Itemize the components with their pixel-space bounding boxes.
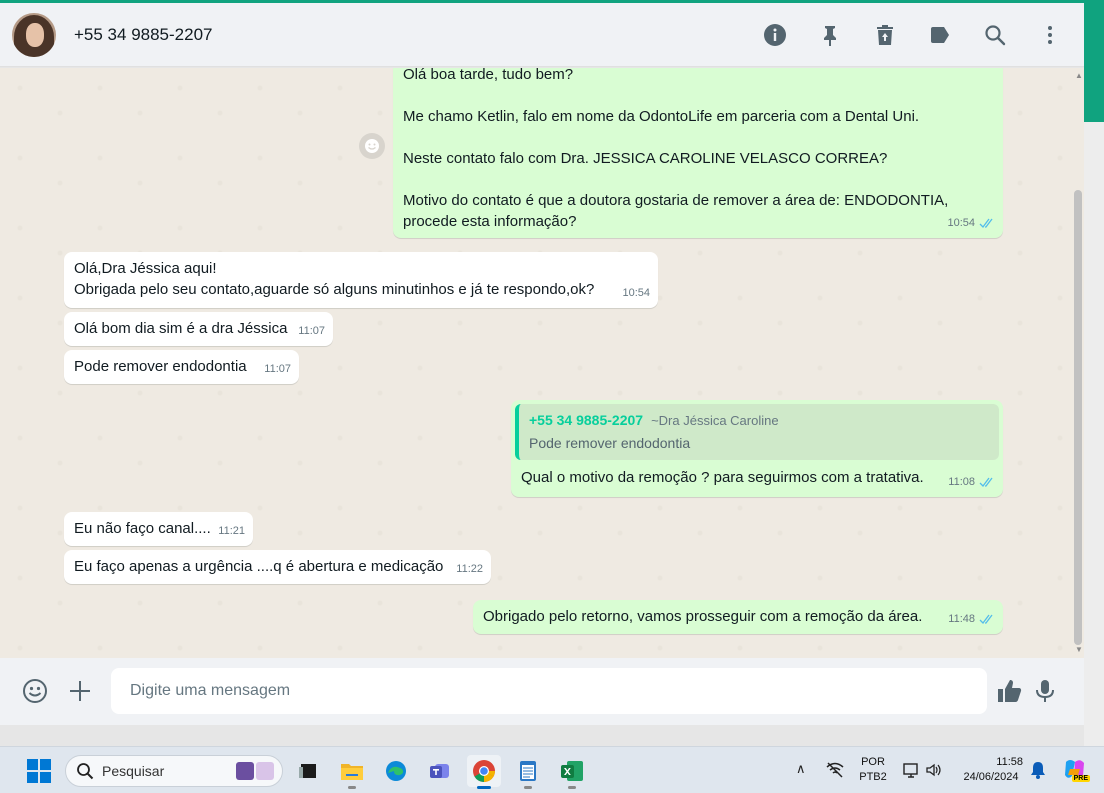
emoji-icon[interactable] [21,677,49,705]
tray-chevron-up-icon[interactable]: ∧ [796,761,806,777]
message-text: Olá,Dra Jéssica aqui! Obrigada pelo seu … [74,260,595,298]
quote-alias: ~Dra Jéssica Caroline [651,413,779,428]
file-explorer-icon[interactable] [335,755,369,789]
message-bubble-incoming[interactable]: Eu faço apenas a urgência ....q é abertu… [64,550,491,584]
teams-icon[interactable] [423,755,457,787]
message-meta: 11:08 [948,472,995,493]
read-ticks-icon [979,614,993,624]
message-bubble-outgoing[interactable]: Olá boa tarde, tudo bem? Me chamo Ketlin… [393,68,1003,238]
notepad-icon[interactable] [511,755,545,789]
chat-header: +55 34 9885-2207 [0,3,1084,67]
windows-start-icon[interactable] [27,759,51,783]
header-actions [732,23,1062,47]
message-input[interactable] [111,668,987,714]
search-icon [77,763,94,780]
message-text: Qual o motivo da remoção ? para seguirmo… [521,469,924,486]
quote-text: Pode remover endodontia [529,435,691,451]
copilot-badge: PRE [1071,775,1090,782]
message-bubble-outgoing[interactable]: Obrigado pelo retorno, vamos prosseguir … [473,600,1003,634]
message-time: 11:22 [456,563,483,575]
message-bubble-incoming[interactable]: Pode remover endodontia 11:07 [64,350,299,384]
quoted-message[interactable]: +55 34 9885-2207 ~Dra Jéssica Caroline Po… [515,404,999,460]
message-time: 10:54 [947,217,975,229]
delete-icon[interactable] [873,23,897,47]
language-code: POR [861,756,885,768]
thumbs-up-icon[interactable] [995,677,1023,705]
message-text: Olá boa tarde, tudo bem? Me chamo Ketlin… [403,68,949,230]
read-ticks-icon [979,218,993,228]
quote-author: +55 34 9885-2207 [529,412,644,428]
message-time: 11:08 [948,476,975,488]
contact-avatar[interactable] [12,12,56,57]
message-time: 11:07 [264,363,291,375]
task-view-icon[interactable] [291,755,325,787]
message-bubble-incoming[interactable]: Eu não faço canal.... 11:21 [64,512,253,546]
message-time: 11:48 [948,613,975,625]
attach-plus-icon[interactable] [66,677,94,705]
language-indicator[interactable]: POR PTB2 [858,755,888,785]
notification-bell-icon[interactable] [1030,761,1046,784]
message-bubble-incoming[interactable]: Olá bom dia sim é a dra Jéssica 11:07 [64,312,333,346]
taskbar-search[interactable]: Pesquisar [65,755,283,787]
info-icon[interactable] [763,23,787,47]
message-meta: 11:22 [456,559,483,580]
window-edge [1084,122,1104,746]
message-time: 11:21 [218,525,245,537]
message-text: Eu faço apenas a urgência ....q é abertu… [74,558,444,575]
message-text: Olá bom dia sim é a dra Jéssica [74,320,288,337]
display-icon[interactable] [902,761,920,784]
network-disconnected-icon[interactable] [826,761,844,784]
message-meta: 11:48 [948,609,995,630]
clock-time: 11:58 [996,756,1023,768]
message-meta: 11:21 [218,521,245,542]
taskbar-search-label: Pesquisar [102,763,165,779]
message-text: Pode remover endodontia [74,358,247,375]
window-edge-accent [1084,0,1104,122]
edge-browser-icon[interactable] [379,755,413,787]
contact-name[interactable]: +55 34 9885-2207 [74,25,213,45]
message-list[interactable]: Olá boa tarde, tudo bem? Me chamo Ketlin… [0,68,1084,658]
scrollbar-thumb[interactable] [1074,190,1082,645]
message-time: 11:07 [298,325,325,337]
clock[interactable]: 11:58 24/06/2024 [956,755,1026,785]
message-composer [0,658,1084,725]
volume-icon[interactable] [925,761,943,784]
message-bubble-incoming[interactable]: Olá,Dra Jéssica aqui! Obrigada pelo seu … [64,252,658,308]
message-text: Obrigado pelo retorno, vamos prosseguir … [483,608,923,625]
message-meta: 11:07 [264,359,291,380]
message-time: 10:54 [622,287,650,299]
chrome-browser-icon[interactable] [467,755,501,789]
clock-date: 24/06/2024 [963,771,1019,783]
scroll-up-arrow-icon[interactable]: ▲ [1075,71,1083,80]
menu-icon[interactable] [1038,23,1062,47]
excel-icon[interactable] [555,755,589,789]
pin-icon[interactable] [818,23,842,47]
message-meta: 10:54 [622,283,650,304]
read-ticks-icon [979,477,993,487]
emoji-react-icon[interactable] [359,133,385,159]
keyboard-layout: PTB2 [859,771,887,783]
copilot-icon[interactable]: PRE [1062,756,1090,782]
search-highlight-icon [236,762,274,780]
message-meta: 11:07 [298,321,325,342]
scroll-down-arrow-icon[interactable]: ▼ [1075,645,1083,654]
label-icon[interactable] [928,23,952,47]
message-bubble-outgoing[interactable]: +55 34 9885-2207 ~Dra Jéssica Caroline Po… [511,400,1003,497]
message-meta: 10:54 [947,213,995,234]
search-icon[interactable] [983,23,1007,47]
windows-taskbar: Pesquisar ∧ POR PTB2 11:58 24/06/2024 PR… [0,746,1104,793]
microphone-icon[interactable] [1031,677,1059,705]
